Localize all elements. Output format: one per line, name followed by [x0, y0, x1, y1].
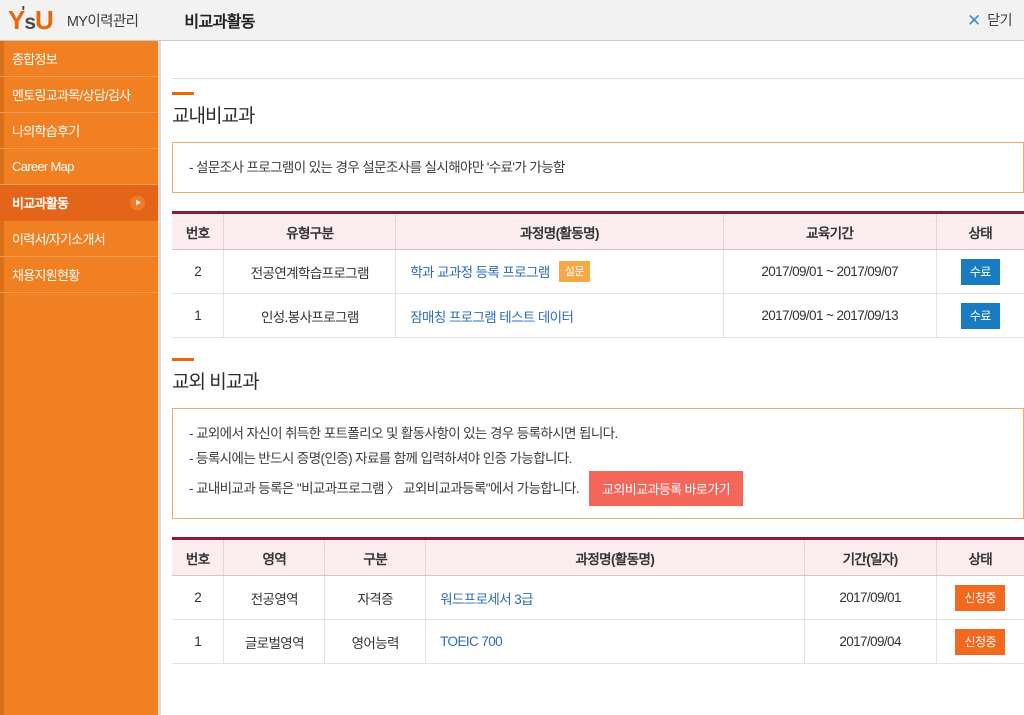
table-row: 2 전공영역 자격증 워드프로세서 3급 2017/09/01 신청중 [172, 575, 1024, 620]
external-notice-text-2: - 등록시에는 반드시 증명(인증) 자료를 함께 입력하셔야 인증 가능합니다… [189, 451, 572, 466]
internal-notice-box: - 설문조사 프로그램이 있는 경우 설문조사를 실시해야만 '수료'가 가능함 [172, 142, 1024, 193]
internal-section-title: 교내비교과 [172, 106, 255, 127]
table-row: 1 인성.봉사프로그램 잠매칭 프로그램 테스트 데이터 2017/09/01 … [172, 293, 1024, 338]
sidebar-item-resume[interactable]: 이력서/자기소개서 [0, 221, 158, 257]
sidebar-item-label: 비교과활동 [12, 196, 69, 211]
app-header: Y s U MY이력관리 비교과활동 ✕ 닫기 [0, 0, 1024, 41]
cell-date: 2017/09/04 [804, 619, 937, 664]
cell-no: 1 [172, 293, 225, 338]
th-education-period: 교육기간 [723, 212, 937, 250]
course-link[interactable]: 학과 교과정 등록 프로그램 [410, 265, 550, 280]
sidebar-item-label: 채용지원현황 [12, 268, 80, 283]
sidebar-item-label: 멘토링교과목/상담/검사 [12, 88, 131, 103]
external-notice-text-3: - 교내비교과 등록은 "비교과프로그램 〉 교외비교과등록"에서 가능합니다. [189, 481, 580, 496]
th-category: 구분 [324, 538, 427, 576]
close-button-label: 닫기 [987, 12, 1012, 28]
sidebar-item-label: 이력서/자기소개서 [12, 232, 106, 247]
internal-table: 번호 유형구분 과정명(활동명) 교육기간 상태 2 전공연계학습프로그램 학과… [172, 211, 1024, 338]
table-header-row: 번호 영역 구분 과정명(활동명) 기간(일자) 상태 [172, 538, 1024, 576]
cell-status: 신청중 [936, 619, 1024, 664]
external-notice-row-3: - 교내비교과 등록은 "비교과프로그램 〉 교외비교과등록"에서 가능합니다.… [189, 471, 1007, 506]
status-badge: 신청중 [955, 628, 1006, 655]
header-subtitle: MY이력관리 [66, 13, 139, 30]
th-type: 유형구분 [223, 212, 397, 250]
external-notice-text-1: - 교외에서 자신이 취득한 포트폴리오 및 활동사항이 있는 경우 등록하시면… [189, 426, 618, 441]
course-link[interactable]: 워드프로세서 3급 [440, 592, 533, 607]
cell-date: 2017/09/01 [804, 575, 937, 620]
th-status: 상태 [936, 538, 1024, 576]
cell-status: 수료 [936, 249, 1024, 294]
main-content: 교내비교과 - 설문조사 프로그램이 있는 경우 설문조사를 실시해야만 '수료… [161, 41, 1024, 715]
sidebar-item-extracurricular[interactable]: 비교과활동 [0, 185, 158, 221]
internal-section-header: 교내비교과 [172, 92, 1024, 128]
cell-category: 영어능력 [324, 619, 427, 664]
cell-area: 글로벌영역 [223, 619, 326, 664]
external-register-shortcut-button[interactable]: 교외비교과등록 바로가기 [589, 471, 743, 506]
sidebar-item-job-application[interactable]: 채용지원현황 [0, 257, 158, 293]
close-button[interactable]: ✕ 닫기 [966, 10, 1013, 30]
th-course-name: 과정명(활동명) [395, 212, 724, 250]
cell-no: 2 [172, 575, 225, 620]
logo-letter-u: U [35, 5, 54, 35]
cell-period: 2017/09/01 ~ 2017/09/13 [723, 293, 937, 338]
chevron-right-icon [130, 195, 145, 210]
page-title: 비교과활동 [184, 14, 255, 31]
course-link[interactable]: 잠매칭 프로그램 테스트 데이터 [410, 310, 574, 325]
course-link[interactable]: TOEIC 700 [440, 634, 502, 649]
status-badge: 신청중 [955, 584, 1006, 611]
table-row: 2 전공연계학습프로그램 학과 교과정 등록 프로그램 설문 2017/09/0… [172, 249, 1024, 294]
survey-badge[interactable]: 설문 [558, 261, 591, 282]
logo-letter-s: s [21, 5, 36, 33]
th-course-name: 과정명(활동명) [425, 538, 805, 576]
cell-course-name: 학과 교과정 등록 프로그램 설문 [395, 249, 724, 294]
th-no: 번호 [172, 212, 225, 250]
sidebar-item-jonghap[interactable]: 종합정보 [0, 41, 158, 77]
table-header-row: 번호 유형구분 과정명(활동명) 교육기간 상태 [172, 212, 1024, 250]
external-section-header: 교외 비교과 [172, 358, 1024, 394]
sidebar-item-mentoring[interactable]: 멘토링교과목/상담/검사 [0, 77, 158, 113]
th-area: 영역 [223, 538, 326, 576]
cell-no: 2 [172, 249, 225, 294]
table-row: 1 글로벌영역 영어능력 TOEIC 700 2017/09/04 신청중 [172, 619, 1024, 664]
sidebar-item-learning-review[interactable]: 나의학습후기 [0, 113, 158, 149]
th-date: 기간(일자) [804, 538, 937, 576]
cell-area: 전공영역 [223, 575, 326, 620]
cell-course-name: 잠매칭 프로그램 테스트 데이터 [395, 293, 724, 338]
cell-category: 자격증 [324, 575, 427, 620]
cell-period: 2017/09/01 ~ 2017/09/07 [723, 249, 937, 294]
status-badge: 수료 [960, 258, 1000, 285]
cell-course-name: 워드프로세서 3급 [425, 575, 805, 620]
ysu-logo[interactable]: Y s U [8, 5, 54, 35]
cell-type: 전공연계학습프로그램 [223, 249, 397, 294]
sidebar-item-career-map[interactable]: Career Map [0, 149, 158, 185]
cell-type: 인성.봉사프로그램 [223, 293, 397, 338]
th-no: 번호 [172, 538, 225, 576]
cell-status: 수료 [936, 293, 1024, 338]
section-accent-dash [172, 92, 194, 95]
internal-notice-text: - 설문조사 프로그램이 있는 경우 설문조사를 실시해야만 '수료'가 가능함 [189, 160, 565, 175]
sidebar-item-label: 종합정보 [12, 52, 58, 67]
external-notice-box: - 교외에서 자신이 취득한 포트폴리오 및 활동사항이 있는 경우 등록하시면… [172, 408, 1024, 519]
cell-course-name: TOEIC 700 [425, 619, 805, 664]
content-divider [172, 78, 1024, 79]
section-accent-dash [172, 358, 194, 361]
body-wrapper: 종합정보 멘토링교과목/상담/검사 나의학습후기 Career Map 비교과활… [0, 41, 1024, 715]
sidebar-item-label: 나의학습후기 [12, 124, 80, 139]
sidebar-item-label: Career Map [12, 159, 74, 174]
cell-status: 신청중 [936, 575, 1024, 620]
close-icon: ✕ [966, 10, 982, 30]
status-badge: 수료 [960, 302, 1000, 329]
external-table: 번호 영역 구분 과정명(활동명) 기간(일자) 상태 2 전공영역 자격증 워… [172, 537, 1024, 664]
cell-no: 1 [172, 619, 225, 664]
external-section-title: 교외 비교과 [172, 372, 260, 393]
th-status: 상태 [936, 212, 1024, 250]
sidebar: 종합정보 멘토링교과목/상담/검사 나의학습후기 Career Map 비교과활… [0, 41, 161, 715]
